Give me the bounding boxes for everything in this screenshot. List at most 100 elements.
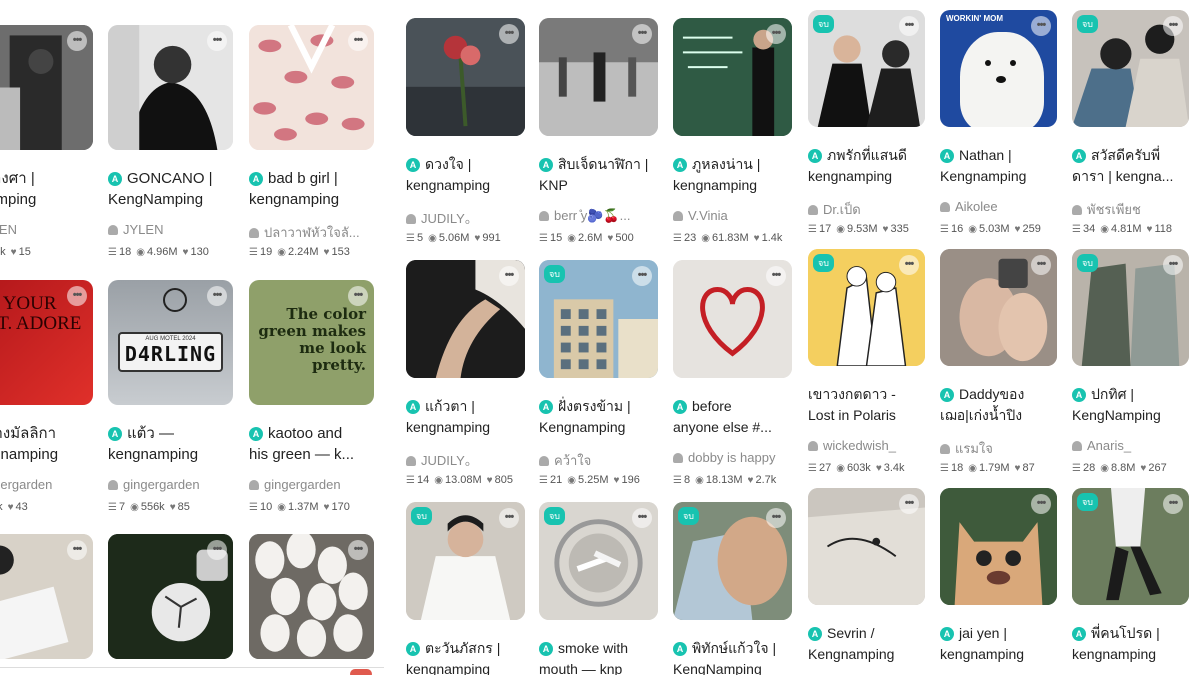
story-title-line2[interactable]: Kengnamping <box>940 166 1026 187</box>
story-title-line2[interactable]: kengnamping <box>808 166 892 187</box>
more-options-icon[interactable]: ••• <box>1031 494 1051 514</box>
story-author[interactable]: YLEN <box>0 222 17 237</box>
story-cover[interactable]: The color green makes me look pretty. ••• <box>249 280 374 405</box>
story-title-line2[interactable]: KengNamping <box>673 659 762 675</box>
story-title-line2[interactable]: kengnamping <box>0 444 58 465</box>
more-options-icon[interactable]: ••• <box>1031 255 1051 275</box>
story-title-line2[interactable]: kengnamping <box>108 444 198 465</box>
story-cover[interactable]: ••• <box>673 18 792 136</box>
story-cover[interactable]: ••• <box>406 18 525 136</box>
story-cover[interactable]: ••• <box>249 534 374 659</box>
story-cover[interactable]: จบ ••• <box>1072 249 1189 366</box>
story-title[interactable]: A ภพรักที่แสนดี <box>808 145 907 166</box>
story-title[interactable]: องช่างมัลลิกา <box>0 423 56 444</box>
story-title[interactable]: A GONCANO | <box>108 168 213 189</box>
story-title-line2[interactable]: Kengnamping <box>808 644 894 665</box>
story-title-line2[interactable]: kengnamping <box>940 644 1024 665</box>
story-title-line2[interactable]: kengnamping <box>673 175 757 196</box>
story-cover[interactable]: AUG MOTEL 2024 D4RLING ••• <box>108 280 233 405</box>
more-options-icon[interactable]: ••• <box>899 494 919 514</box>
story-title[interactable]: A ดวงใจ | <box>406 154 471 175</box>
story-cover[interactable]: ••• <box>108 25 233 150</box>
story-title-line2[interactable]: KengNamping <box>1072 405 1161 426</box>
story-cover[interactable]: I'M YOUR ART. ADORE ME••• <box>0 280 93 405</box>
story-title-line2[interactable]: anyone else #... <box>673 417 772 438</box>
story-title[interactable]: A สวัสดีครับพี่ <box>1072 145 1160 166</box>
story-title[interactable]: A พี่คนโปรด | <box>1072 623 1160 644</box>
story-cover[interactable]: ••• <box>0 25 93 150</box>
story-title-line2[interactable]: Kengnamping <box>539 417 625 438</box>
more-options-icon[interactable]: ••• <box>1031 16 1051 36</box>
story-title-line2[interactable]: Lost in Polaris <box>808 405 896 426</box>
more-options-icon[interactable]: ••• <box>1163 255 1183 275</box>
story-title[interactable]: Abad b girl | <box>249 168 338 189</box>
story-author[interactable]: Dr.เป็ด <box>808 199 861 220</box>
more-options-icon[interactable]: ••• <box>67 286 87 306</box>
story-title-line2[interactable]: gNamping <box>0 189 36 210</box>
story-title[interactable]: A Nathan | <box>940 145 1012 166</box>
story-title-line2[interactable]: KengNamping <box>108 189 203 210</box>
more-options-icon[interactable]: ••• <box>348 31 368 51</box>
story-title[interactable]: Asmoke with <box>539 638 628 659</box>
story-cover[interactable]: จบ ••• <box>539 502 658 620</box>
story-title[interactable]: A พิทักษ์แก้วใจ | <box>673 638 776 659</box>
story-title[interactable]: งตงองศา | <box>0 168 35 189</box>
more-options-icon[interactable]: ••• <box>1163 16 1183 36</box>
story-author[interactable]: berr ̊y🫐🍒... <box>539 208 630 224</box>
more-options-icon[interactable]: ••• <box>899 255 919 275</box>
story-author[interactable]: wickedwish_ <box>808 438 896 453</box>
story-cover[interactable]: จบ ••• <box>673 502 792 620</box>
more-options-icon[interactable]: ••• <box>766 24 786 44</box>
story-title[interactable]: A ปกทิศ | <box>1072 384 1134 405</box>
more-options-icon[interactable]: ••• <box>899 16 919 36</box>
story-cover[interactable]: ••• <box>539 18 658 136</box>
story-cover[interactable]: WORKIN' MOM ••• <box>940 10 1057 127</box>
more-options-icon[interactable]: ••• <box>632 24 652 44</box>
notification-pill[interactable] <box>350 669 372 675</box>
story-title-line2[interactable]: kengnamping <box>249 189 339 210</box>
story-title-line2[interactable]: ดารา | kengna... <box>1072 166 1173 187</box>
more-options-icon[interactable]: ••• <box>499 508 519 528</box>
story-cover[interactable]: ••• <box>940 488 1057 605</box>
story-cover[interactable]: ••• <box>0 534 93 659</box>
more-options-icon[interactable]: ••• <box>632 266 652 286</box>
story-title-line2[interactable]: his green — k... <box>249 444 354 465</box>
story-cover[interactable]: จบ ••• <box>406 502 525 620</box>
story-author[interactable]: คว้าใจ <box>539 450 591 471</box>
story-title[interactable]: A Daddyของ <box>940 384 1024 405</box>
more-options-icon[interactable]: ••• <box>207 286 227 306</box>
story-cover[interactable]: จบ ••• <box>808 249 925 366</box>
more-options-icon[interactable]: ••• <box>348 286 368 306</box>
story-title[interactable]: A ฝั่งตรงข้าม | <box>539 396 631 417</box>
story-title[interactable]: A ตะวันภัสกร | <box>406 638 500 659</box>
story-title-line2[interactable]: KNP <box>539 175 568 196</box>
story-title[interactable]: เขาวงกตดาว - <box>808 384 896 405</box>
more-options-icon[interactable]: ••• <box>207 31 227 51</box>
story-title[interactable]: Ajai yen | <box>940 623 1007 644</box>
story-author[interactable]: JUDILY。 <box>406 450 478 469</box>
story-cover[interactable]: ••• <box>940 249 1057 366</box>
story-title-line2[interactable]: kengnamping <box>406 417 490 438</box>
story-cover[interactable]: ••• <box>406 260 525 378</box>
more-options-icon[interactable]: ••• <box>766 508 786 528</box>
story-author[interactable]: ปลาวาฬหัวใจลั... <box>249 222 360 243</box>
more-options-icon[interactable]: ••• <box>499 24 519 44</box>
story-author[interactable]: JUDILY。 <box>406 208 478 227</box>
story-author[interactable]: V.Vinia <box>673 208 728 223</box>
story-title-line2[interactable]: mouth — knp <box>539 659 622 675</box>
more-options-icon[interactable]: ••• <box>1163 494 1183 514</box>
more-options-icon[interactable]: ••• <box>348 540 368 560</box>
more-options-icon[interactable]: ••• <box>207 540 227 560</box>
story-cover[interactable]: จบ ••• <box>539 260 658 378</box>
story-title[interactable]: A แต้ว — <box>108 423 174 444</box>
story-title-line2[interactable]: kengnamping <box>406 175 490 196</box>
story-title[interactable]: A Sevrin / <box>808 623 874 644</box>
more-options-icon[interactable]: ••• <box>499 266 519 286</box>
story-author[interactable]: Aikolee <box>940 199 998 214</box>
story-author[interactable]: gingergarden <box>108 477 200 492</box>
story-title[interactable]: A แก้วตา | <box>406 396 475 417</box>
story-cover[interactable]: ••• <box>108 534 233 659</box>
more-options-icon[interactable]: ••• <box>67 31 87 51</box>
story-title[interactable]: A สิบเจ็ดนาฬิกา | <box>539 154 648 175</box>
story-title[interactable]: A ภูหลงน่าน | <box>673 154 760 175</box>
